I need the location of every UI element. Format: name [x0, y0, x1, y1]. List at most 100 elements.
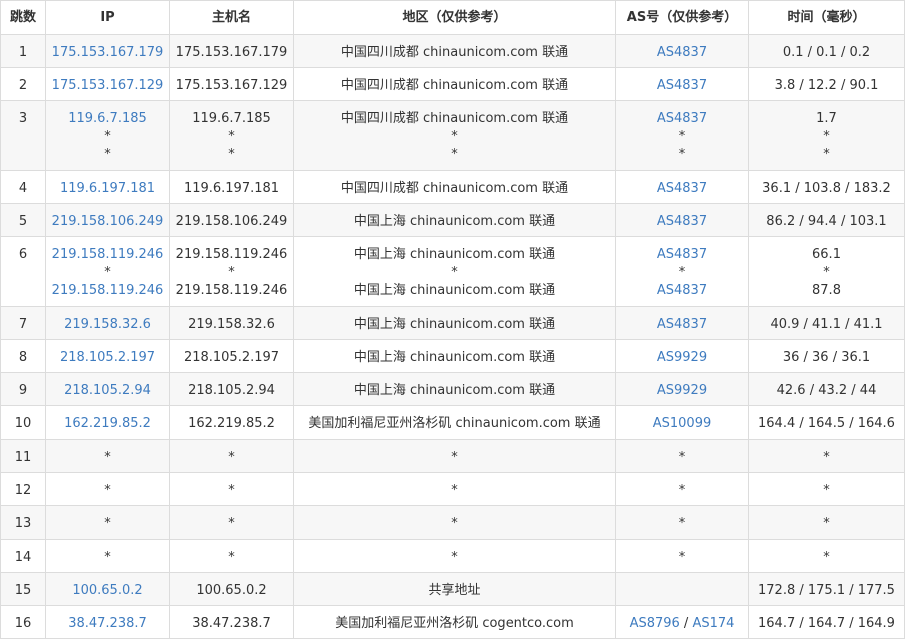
ip-link[interactable]: 119.6.7.185 [48, 110, 167, 128]
hostname-cell: 219.158.32.6 [169, 306, 294, 340]
region-text: 中国上海 chinaunicom.com 联通 [353, 383, 556, 398]
ip-link[interactable]: 162.219.85.2 [48, 415, 167, 433]
ip-cell: 218.105.2.94 [45, 372, 170, 406]
ip-link[interactable]: 219.158.32.6 [48, 316, 167, 334]
ip-link[interactable]: 219.158.119.246 [48, 246, 167, 264]
ip-link[interactable]: 218.105.2.197 [48, 349, 167, 367]
ip-cell: 219.158.32.6 [45, 306, 170, 340]
table-row: 2 175.153.167.129 175.153.167.129 中国四川成都 ch… [0, 67, 905, 101]
timeout-marker: * [104, 483, 111, 498]
ip-cell: * [45, 505, 170, 540]
time-cell: * [748, 539, 905, 573]
hop-number: 8 [18, 350, 28, 365]
ip-cell: 219.158.119.246 * 219.158.119.246 [45, 236, 170, 307]
region-cell: 中国四川成都 chinaunicom.com 联通 [293, 170, 616, 204]
as-link[interactable]: AS9929 [657, 383, 707, 398]
as-link[interactable]: AS9929 [657, 350, 707, 365]
as-link[interactable]: AS8796 [630, 616, 680, 631]
as-line: * [618, 549, 746, 567]
time-cell: 1.7 * * [748, 100, 905, 171]
as-link[interactable]: AS174 [692, 616, 734, 631]
as-link[interactable]: AS4837 [657, 111, 707, 126]
as-cell: AS4837 [615, 203, 749, 237]
region-cell: 中国上海 chinaunicom.com 联通 * 中国上海 chinaunicom… [293, 236, 616, 307]
time-cell: * [748, 472, 905, 506]
hop-cell: 5 [0, 203, 46, 237]
region-text: 美国加利福尼亚州洛杉矶 chinaunicom.com 联通 [308, 416, 601, 431]
ip-cell: 175.153.167.179 [45, 34, 170, 68]
timeout-marker: * [451, 265, 458, 280]
time-text: 40.9 / 41.1 / 41.1 [770, 317, 883, 332]
as-link[interactable]: AS4837 [657, 247, 707, 262]
as-line: AS4837 [618, 110, 746, 128]
region-cell: 中国上海 chinaunicom.com 联通 [293, 339, 616, 373]
time-cell: 36.1 / 103.8 / 183.2 [748, 170, 905, 204]
as-link[interactable]: AS10099 [653, 416, 712, 431]
timeout-marker: * [104, 516, 111, 531]
as-cell: * [615, 439, 749, 473]
as-line: AS8796 / AS174 [618, 615, 746, 633]
as-link[interactable]: AS4837 [657, 45, 707, 60]
as-link[interactable]: AS4837 [657, 283, 707, 298]
time-text: 3.8 / 12.2 / 90.1 [774, 78, 879, 93]
hop-cell: 7 [0, 306, 46, 340]
as-line: * [618, 128, 746, 146]
timeout-marker: * [228, 483, 235, 498]
hop-cell: 3 [0, 100, 46, 171]
ip-link[interactable]: 219.158.106.249 [48, 213, 167, 231]
timeout-marker: * [228, 516, 235, 531]
region-text: 中国四川成都 chinaunicom.com 联通 [340, 181, 569, 196]
timeout-marker: * [104, 265, 111, 280]
hop-number: 12 [14, 483, 32, 498]
hop-cell: 4 [0, 170, 46, 204]
hop-number: 15 [14, 583, 32, 598]
as-cell: * [615, 505, 749, 540]
timeout-marker: * [823, 483, 830, 498]
hostname-cell: * [169, 505, 294, 540]
timeout-marker: * [678, 550, 686, 565]
as-link[interactable]: AS4837 [657, 78, 707, 93]
ip-link[interactable]: 219.158.119.246 [48, 282, 167, 300]
hop-cell: 14 [0, 539, 46, 573]
as-link[interactable]: AS4837 [657, 181, 707, 196]
timeout-marker: * [228, 550, 235, 565]
hop-cell: 13 [0, 505, 46, 540]
ip-link[interactable]: 119.6.197.181 [48, 180, 167, 198]
ip-cell: 119.6.7.185 * * [45, 100, 170, 171]
hostname-cell: * [169, 539, 294, 573]
region-text: 中国上海 chinaunicom.com 联通 [353, 283, 556, 298]
hostname-cell: 162.219.85.2 [169, 405, 294, 440]
as-line: AS4837 [618, 282, 746, 300]
hop-number: 4 [18, 181, 28, 196]
as-line: AS9929 [618, 349, 746, 367]
hostname-text: 119.6.197.181 [183, 181, 280, 196]
region-text: 中国上海 chinaunicom.com 联通 [353, 317, 556, 332]
region-text: 中国四川成都 chinaunicom.com 联通 [340, 111, 569, 126]
hostname-text: 219.158.106.249 [175, 214, 288, 229]
ip-link[interactable]: 175.153.167.179 [48, 44, 167, 62]
timeout-marker: * [451, 516, 458, 531]
region-text: 中国上海 chinaunicom.com 联通 [353, 247, 556, 262]
as-line: AS4837 [618, 180, 746, 198]
as-cell: AS4837 [615, 170, 749, 204]
region-cell: 中国上海 chinaunicom.com 联通 [293, 203, 616, 237]
as-line [618, 582, 746, 600]
hostname-cell: 175.153.167.179 [169, 34, 294, 68]
ip-link[interactable]: 218.105.2.94 [48, 382, 167, 400]
table-body: 1 175.153.167.179 175.153.167.179 中国四川成都 ch… [0, 34, 905, 639]
hostname-cell: 38.47.238.7 [169, 605, 294, 639]
region-cell: * [293, 439, 616, 473]
as-link[interactable]: AS4837 [657, 317, 707, 332]
timeout-marker: * [228, 265, 235, 280]
as-link[interactable]: AS4837 [657, 214, 707, 229]
ip-link[interactable]: 175.153.167.129 [48, 77, 167, 95]
time-cell: 3.8 / 12.2 / 90.1 [748, 67, 905, 101]
ip-cell: 175.153.167.129 [45, 67, 170, 101]
table-row: 8 218.105.2.197 218.105.2.197 中国上海 chinauni… [0, 339, 905, 373]
as-line: * [618, 449, 746, 467]
region-text: 中国四川成都 chinaunicom.com 联通 [340, 45, 569, 60]
header-row: 跳数 IP 主机名 地区（仅供参考） AS号（仅供参考） 时间（毫秒） [0, 0, 905, 35]
ip-link[interactable]: 100.65.0.2 [48, 582, 167, 600]
hop-cell: 9 [0, 372, 46, 406]
ip-link[interactable]: 38.47.238.7 [48, 615, 167, 633]
